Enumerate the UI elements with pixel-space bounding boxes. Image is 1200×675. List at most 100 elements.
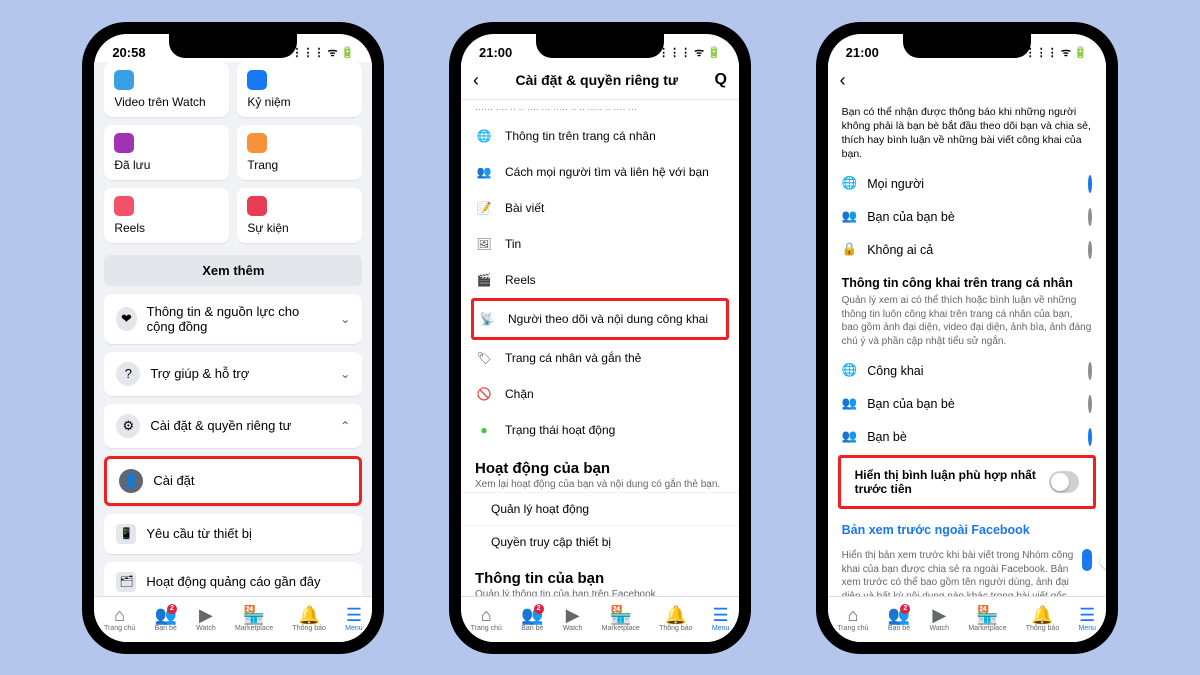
tag-icon: 🏷	[475, 349, 493, 367]
block-icon: 🚫	[475, 385, 493, 403]
row-blocking[interactable]: 🚫Chặn	[461, 376, 739, 412]
phone-3: 21:00 ⋮⋮⋮ ᯤ 🔋 ‹ Bạn có thể nhận được thô…	[816, 22, 1118, 654]
nav-marketplace[interactable]: 🏪Marketplace	[235, 606, 273, 632]
globe-icon: 🌐	[842, 363, 858, 378]
tile-events[interactable]: Sự kiện	[237, 188, 362, 243]
row-posts[interactable]: 📝Bài viết	[461, 190, 739, 226]
row-preview[interactable]: Hiển thị bản xem trước khi bài viết tron…	[828, 539, 1106, 595]
broadcast-icon: 📡	[478, 310, 496, 328]
nav-notifications[interactable]: 🔔Thông báo	[659, 606, 692, 632]
see-more-button[interactable]: Xem thêm	[104, 255, 362, 286]
section-public-info: Thông tin công khai trên trang cá nhân	[828, 266, 1106, 292]
status-icons: ⋮⋮⋮ ᯤ 🔋	[291, 45, 354, 60]
badge: 2	[167, 604, 177, 614]
opt-friends[interactable]: 👥Bạn bè	[828, 420, 1106, 453]
nav-watch[interactable]: ▶Watch	[929, 606, 949, 632]
row-active-status[interactable]: ●Trạng thái hoạt động	[461, 412, 739, 448]
clock: 20:58	[112, 45, 145, 60]
tile-memories[interactable]: Kỷ niệm	[237, 62, 362, 117]
radio-on	[1088, 428, 1092, 446]
truncated-text: ······ ···· ·· ·· ···· ··· ····· ·· ·· ·…	[461, 100, 739, 118]
search-icon[interactable]: Q	[715, 71, 727, 89]
chevron-up-icon: ⌃	[340, 419, 350, 433]
toggle-on[interactable]	[1082, 549, 1091, 571]
row-help[interactable]: ? Trợ giúp & hỗ trợ ⌄	[104, 352, 362, 396]
row-community[interactable]: ❤ Thông tin & nguồn lực cho cộng đồng ⌄	[104, 294, 362, 344]
watch-icon: ▶	[199, 606, 213, 624]
row-settings-highlighted[interactable]: 👤 Cài đặt	[104, 456, 362, 506]
row-device-request[interactable]: 📱 Yêu cầu từ thiết bị	[104, 514, 362, 554]
globe-icon: 🌐	[842, 176, 858, 191]
status-icons: ⋮⋮⋮ ᯤ 🔋	[1025, 45, 1088, 60]
nav-home[interactable]: ⌂Trang chủ	[837, 606, 868, 632]
menu-content[interactable]: Video trên Watch Kỷ niệm Đã lưu Trang Re…	[94, 62, 372, 596]
radio-off	[1088, 362, 1092, 380]
heart-icon: ❤	[116, 307, 136, 331]
toggle-off[interactable]	[1049, 471, 1078, 493]
row-profile-tags[interactable]: 🏷Trang cá nhân và gắn thẻ	[461, 340, 739, 376]
nav-marketplace[interactable]: 🏪Marketplace	[968, 606, 1006, 632]
nav-friends[interactable]: 👥2Bạn bè	[888, 606, 910, 632]
screen-1: 20:58 ⋮⋮⋮ ᯤ 🔋 Video trên Watch Kỷ niệm Đ…	[94, 34, 372, 642]
row-device-access[interactable]: Quyền truy cập thiết bị	[461, 525, 739, 558]
radio-on	[1088, 175, 1092, 193]
tile-saved[interactable]: Đã lưu	[104, 125, 229, 180]
row-reels[interactable]: 🎬Reels	[461, 262, 739, 298]
row-find-contact[interactable]: 👥Cách mọi người tìm và liên hệ với bạn	[461, 154, 739, 190]
menu-icon: ☰	[346, 606, 362, 624]
people-icon: 👥	[475, 163, 493, 181]
back-button[interactable]: ‹	[840, 70, 846, 91]
bottom-nav: ⌂Trang chủ 👥2Bạn bè ▶Watch 🏪Marketplace …	[461, 596, 739, 642]
nav-watch[interactable]: ▶Watch	[563, 606, 583, 632]
page-title: Cài đặt & quyền riêng tư	[479, 72, 715, 88]
settings-list[interactable]: ······ ···· ·· ·· ···· ··· ····· ·· ·· ·…	[461, 100, 739, 596]
nav-friends[interactable]: 👥2Bạn bè	[521, 606, 543, 632]
row-profile-info[interactable]: 🌐Thông tin trên trang cá nhân	[461, 118, 739, 154]
post-icon: 📝	[475, 199, 493, 217]
row-stories[interactable]: 🖼Tin	[461, 226, 739, 262]
nav-notifications[interactable]: 🔔Thông báo	[1026, 606, 1059, 632]
row-ad-activity[interactable]: 🗂 Hoạt động quảng cáo gần đây	[104, 562, 362, 596]
bottom-nav: ⌂Trang chủ 👥2Bạn bè ▶Watch 🏪Marketplace …	[94, 596, 372, 642]
nav-notifications[interactable]: 🔔Thông báo	[292, 606, 325, 632]
followers-settings[interactable]: Bạn có thể nhận được thông báo khi những…	[828, 99, 1106, 596]
people-icon: 👥	[842, 396, 858, 411]
nav-menu[interactable]: ☰Menu	[712, 606, 730, 632]
nav-menu[interactable]: ☰Menu	[345, 606, 363, 632]
screen-2: 21:00 ⋮⋮⋮ ᯤ 🔋 ‹ Cài đặt & quyền riêng tư…	[461, 34, 739, 642]
store-icon: 🏪	[243, 606, 265, 624]
nav-watch[interactable]: ▶Watch	[196, 606, 216, 632]
tile-reels[interactable]: Reels	[104, 188, 229, 243]
nav-menu[interactable]: ☰Menu	[1078, 606, 1096, 632]
header: ‹	[828, 62, 1106, 99]
opt-fof[interactable]: 👥Bạn của bạn bè	[828, 387, 1106, 420]
screen-3: 21:00 ⋮⋮⋮ ᯤ 🔋 ‹ Bạn có thể nhận được thô…	[828, 34, 1106, 642]
bottom-nav: ⌂Trang chủ 👥2Bạn bè ▶Watch 🏪Marketplace …	[828, 596, 1106, 642]
row-show-relevant-comments[interactable]: Hiển thị bình luận phù hợp nhất trước ti…	[841, 458, 1093, 506]
nav-friends[interactable]: 👥2Bạn bè	[154, 606, 176, 632]
picture-icon: 🖼	[475, 235, 493, 253]
opt-public[interactable]: 🌐Công khai	[828, 354, 1106, 387]
nav-home[interactable]: ⌂Trang chủ	[471, 606, 502, 632]
clock: 21:00	[479, 45, 512, 60]
clock: 21:00	[846, 45, 879, 60]
row-settings-privacy[interactable]: ⚙ Cài đặt & quyền riêng tư ⌃	[104, 404, 362, 448]
chevron-down-icon: ⌄	[340, 367, 350, 381]
folder-icon: 🗂	[116, 572, 136, 592]
chevron-down-icon: ⌄	[340, 312, 350, 326]
status-icons: ⋮⋮⋮ ᯤ 🔋	[658, 45, 721, 60]
globe-icon: 🌐	[475, 127, 493, 145]
opt-nobody[interactable]: 🔒Không ai cả	[828, 233, 1106, 266]
opt-everyone[interactable]: 🌐Mọi người	[828, 167, 1106, 200]
row-followers-public[interactable]: 📡Người theo dõi và nội dung công khai	[474, 301, 726, 337]
nav-home[interactable]: ⌂Trang chủ	[104, 606, 135, 632]
reels-icon: 🎬	[475, 271, 493, 289]
tile-watch[interactable]: Video trên Watch	[104, 62, 229, 117]
tile-pages[interactable]: Trang	[237, 125, 362, 180]
user-icon: 👤	[119, 469, 143, 493]
row-manage-activity[interactable]: Quản lý hoạt động	[461, 492, 739, 525]
section-preview-title: Bản xem trước ngoài Facebook	[828, 513, 1106, 539]
nav-marketplace[interactable]: 🏪Marketplace	[602, 606, 640, 632]
opt-friends-of-friends[interactable]: 👥Bạn của bạn bè	[828, 200, 1106, 233]
status-icon: ●	[475, 421, 493, 439]
